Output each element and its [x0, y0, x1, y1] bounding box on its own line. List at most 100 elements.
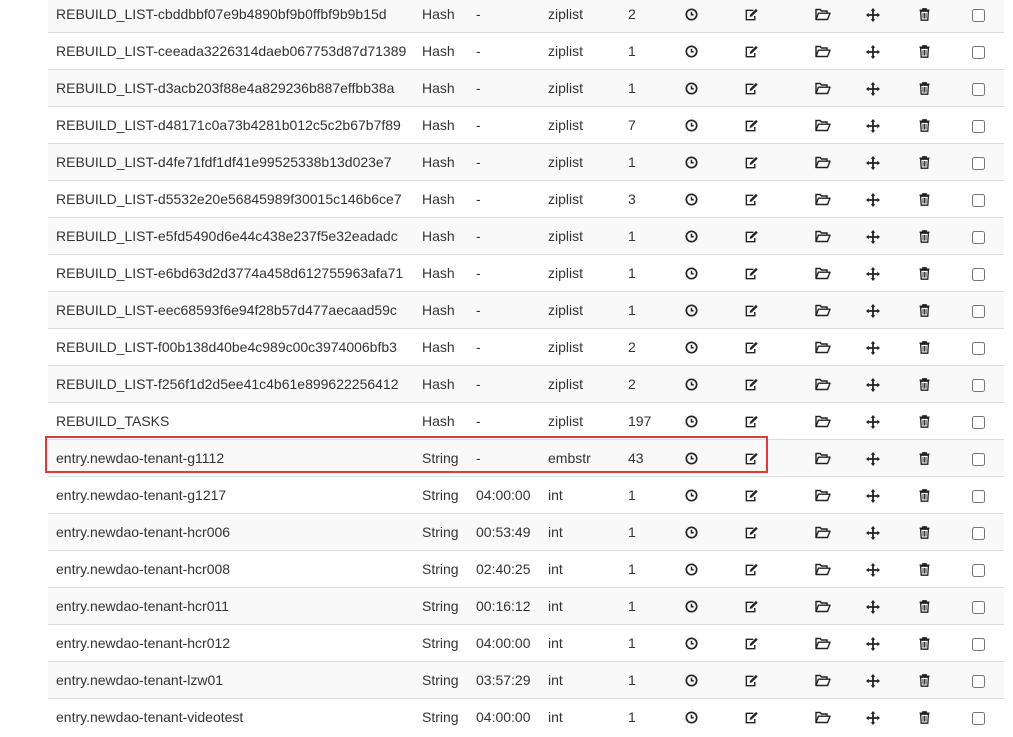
row-select-checkbox[interactable] — [972, 415, 985, 429]
clock-icon[interactable] — [683, 7, 699, 23]
edit-icon[interactable] — [743, 710, 759, 726]
row-select-checkbox[interactable] — [972, 82, 985, 96]
folder-open-icon[interactable] — [815, 451, 831, 467]
trash-icon[interactable] — [916, 7, 932, 23]
row-select-checkbox[interactable] — [972, 8, 985, 22]
clock-icon[interactable] — [683, 414, 699, 430]
row-select-checkbox[interactable] — [972, 489, 985, 503]
row-select-checkbox[interactable] — [972, 156, 985, 170]
clock-icon[interactable] — [683, 636, 699, 652]
edit-icon[interactable] — [743, 377, 759, 393]
folder-open-icon[interactable] — [815, 155, 831, 171]
move-icon[interactable] — [865, 488, 881, 504]
clock-icon[interactable] — [683, 562, 699, 578]
row-select-checkbox[interactable] — [972, 674, 985, 688]
move-icon[interactable] — [865, 266, 881, 282]
clock-icon[interactable] — [683, 451, 699, 467]
table-row[interactable]: REBUILD_LIST-f256f1d2d5ee41c4b61e8996222… — [48, 365, 1004, 403]
move-icon[interactable] — [865, 414, 881, 430]
edit-icon[interactable] — [743, 44, 759, 60]
folder-open-icon[interactable] — [815, 710, 831, 726]
move-icon[interactable] — [865, 155, 881, 171]
edit-icon[interactable] — [743, 488, 759, 504]
table-row[interactable]: REBUILD_LIST-e6bd63d2d3774a458d612755963… — [48, 254, 1004, 292]
row-select-checkbox[interactable] — [972, 193, 985, 207]
clock-icon[interactable] — [683, 525, 699, 541]
move-icon[interactable] — [865, 44, 881, 60]
table-row[interactable]: REBUILD_LIST-f00b138d40be4c989c00c397400… — [48, 328, 1004, 366]
folder-open-icon[interactable] — [815, 266, 831, 282]
edit-icon[interactable] — [743, 192, 759, 208]
move-icon[interactable] — [865, 562, 881, 578]
clock-icon[interactable] — [683, 488, 699, 504]
trash-icon[interactable] — [916, 155, 932, 171]
folder-open-icon[interactable] — [815, 377, 831, 393]
trash-icon[interactable] — [916, 81, 932, 97]
row-select-checkbox[interactable] — [972, 378, 985, 392]
table-row[interactable]: REBUILD_LIST-d4fe71fdf1df41e99525338b13d… — [48, 143, 1004, 181]
edit-icon[interactable] — [743, 562, 759, 578]
clock-icon[interactable] — [683, 155, 699, 171]
edit-icon[interactable] — [743, 81, 759, 97]
trash-icon[interactable] — [916, 599, 932, 615]
trash-icon[interactable] — [916, 562, 932, 578]
row-select-checkbox[interactable] — [972, 711, 985, 725]
table-row[interactable]: entry.newdao-tenant-hcr011 String 00:16:12… — [48, 587, 1004, 625]
table-row[interactable]: entry.newdao-tenant-hcr008 String 02:40:25… — [48, 550, 1004, 588]
move-icon[interactable] — [865, 340, 881, 356]
move-icon[interactable] — [865, 192, 881, 208]
table-row[interactable]: entry.newdao-tenant-g1112 String - embstr 43 — [48, 439, 1004, 477]
table-row[interactable]: REBUILD_LIST-e5fd5490d6e44c438e237f5e32e… — [48, 217, 1004, 255]
clock-icon[interactable] — [683, 303, 699, 319]
folder-open-icon[interactable] — [815, 599, 831, 615]
folder-open-icon[interactable] — [815, 7, 831, 23]
clock-icon[interactable] — [683, 377, 699, 393]
edit-icon[interactable] — [743, 599, 759, 615]
trash-icon[interactable] — [916, 525, 932, 541]
row-select-checkbox[interactable] — [972, 267, 985, 281]
table-row[interactable]: entry.newdao-tenant-g1217 String 04:00:00 i… — [48, 476, 1004, 514]
trash-icon[interactable] — [916, 488, 932, 504]
edit-icon[interactable] — [743, 340, 759, 356]
table-row[interactable]: REBUILD_LIST-ceeada3226314daeb067753d87d… — [48, 32, 1004, 70]
edit-icon[interactable] — [743, 266, 759, 282]
trash-icon[interactable] — [916, 192, 932, 208]
folder-open-icon[interactable] — [815, 229, 831, 245]
folder-open-icon[interactable] — [815, 636, 831, 652]
table-row[interactable]: REBUILD_LIST-cbddbbf07e9b4890bf9b0ffbf9b… — [48, 0, 1004, 33]
folder-open-icon[interactable] — [815, 44, 831, 60]
clock-icon[interactable] — [683, 673, 699, 689]
edit-icon[interactable] — [743, 636, 759, 652]
trash-icon[interactable] — [916, 414, 932, 430]
folder-open-icon[interactable] — [815, 673, 831, 689]
folder-open-icon[interactable] — [815, 81, 831, 97]
trash-icon[interactable] — [916, 451, 932, 467]
move-icon[interactable] — [865, 710, 881, 726]
edit-icon[interactable] — [743, 451, 759, 467]
table-row[interactable]: REBUILD_LIST-eec68593f6e94f28b57d477aeca… — [48, 291, 1004, 329]
edit-icon[interactable] — [743, 414, 759, 430]
trash-icon[interactable] — [916, 636, 932, 652]
trash-icon[interactable] — [916, 303, 932, 319]
table-row[interactable]: entry.newdao-tenant-hcr006 String 00:53:49… — [48, 513, 1004, 551]
row-select-checkbox[interactable] — [972, 526, 985, 540]
clock-icon[interactable] — [683, 118, 699, 134]
move-icon[interactable] — [865, 81, 881, 97]
table-row[interactable]: REBUILD_TASKS Hash - ziplist 197 — [48, 402, 1004, 440]
clock-icon[interactable] — [683, 229, 699, 245]
edit-icon[interactable] — [743, 525, 759, 541]
trash-icon[interactable] — [916, 340, 932, 356]
clock-icon[interactable] — [683, 44, 699, 60]
folder-open-icon[interactable] — [815, 192, 831, 208]
move-icon[interactable] — [865, 377, 881, 393]
table-row[interactable]: REBUILD_LIST-d5532e20e56845989f30015c146… — [48, 180, 1004, 218]
edit-icon[interactable] — [743, 7, 759, 23]
folder-open-icon[interactable] — [815, 488, 831, 504]
trash-icon[interactable] — [916, 44, 932, 60]
folder-open-icon[interactable] — [815, 562, 831, 578]
edit-icon[interactable] — [743, 229, 759, 245]
move-icon[interactable] — [865, 229, 881, 245]
table-row[interactable]: entry.newdao-tenant-videotest String 04:00… — [48, 698, 1004, 735]
folder-open-icon[interactable] — [815, 525, 831, 541]
row-select-checkbox[interactable] — [972, 230, 985, 244]
